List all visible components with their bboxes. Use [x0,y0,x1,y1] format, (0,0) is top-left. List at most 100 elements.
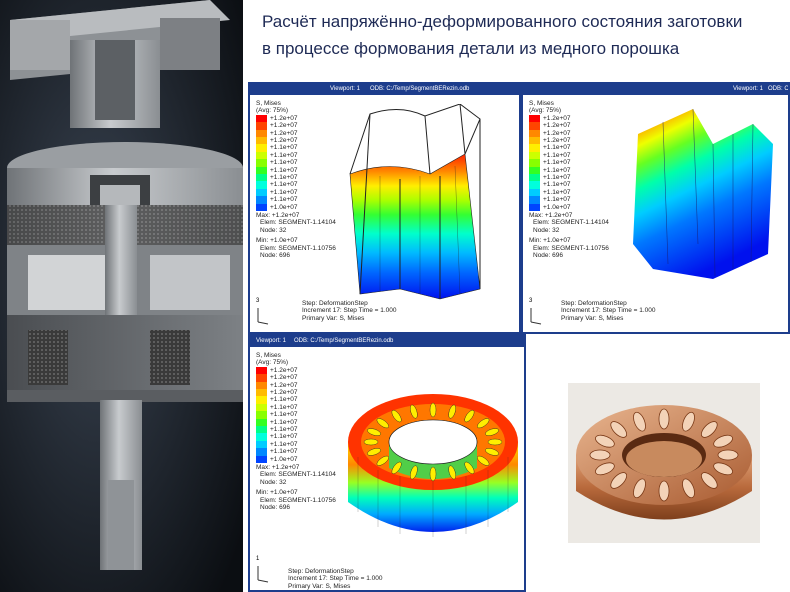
legend-swatch [256,388,267,397]
legend-value: +1.1e+07 [543,159,571,167]
step-increment: Increment 17: Step Time = 1.000 [288,575,383,583]
step-increment: Increment 17: Step Time = 1.000 [302,307,397,315]
legend-entry: +1.2e+07 [256,122,297,130]
legend-entry: +1.1e+07 [529,196,571,204]
step-info: Step: DeformationStep Increment 17: Step… [288,568,383,590]
legend-avg: (Avg: 75%) [529,107,562,115]
legend-value: +1.2e+07 [270,129,298,137]
legend-entry: +1.1e+07 [529,173,570,182]
triad-axes: 3 [527,298,547,326]
legend-entry: +1.1e+07 [256,181,297,189]
legend-swatch [256,196,267,204]
tooling-cutaway-render [0,0,243,592]
legend-entry: +1.1e+07 [256,166,297,174]
legend-title: S, Mises [256,352,281,359]
odb-path: ODB: C:/Temp/SegmentBERezin.odb [294,338,394,344]
segment-wireframe-model [349,104,481,300]
legend-value: +1.2e+07 [270,374,298,382]
legend-swatch [256,151,267,160]
legend-entry: +1.1e+07 [256,196,298,204]
viewport-header: Viewport: 1 ODB: C:/Temp/SegmentBERezin.… [250,336,524,347]
legend-value: +1.0e+07 [270,203,298,211]
axis-label: 3 [256,298,260,304]
legend-entry: +1.1e+07 [256,411,298,419]
legend-entry: +1.2e+07 [529,114,570,123]
slot [429,466,437,482]
legend-entry: +1.2e+07 [256,136,297,145]
legend-swatch [256,433,267,441]
legend-entry: +1.0e+07 [256,203,298,211]
legend-entry: +1.2e+07 [256,129,298,137]
viewport-number: Viewport: 1 [330,86,360,92]
legend-swatch [256,396,267,404]
legend-swatch [256,411,267,419]
legend-value: +1.2e+07 [543,136,571,144]
copper-ring-graphic [576,405,752,520]
legend-swatch [256,114,267,123]
slot [658,408,670,430]
slot [363,438,379,446]
primary-var: Primary Var: S, Mises [288,582,351,590]
legend-value: +1.2e+07 [270,114,298,122]
legend-swatch [529,151,540,160]
min-node: Node: 696 [260,252,290,260]
primary-var: Primary Var: S, Mises [302,314,365,322]
legend-swatch [529,181,540,189]
min-node: Node: 696 [533,252,563,260]
max-label: Max: +1.2e+07 [256,212,300,219]
legend-value: +1.1e+07 [270,173,298,181]
axis-label: 1 [256,556,260,562]
contour-legend: S, Mises (Avg: 75%) +1.2e+07 +1.2e+07 +1.2… [256,100,297,211]
legend-swatch [256,144,267,152]
legend-value: +1.1e+07 [543,144,571,152]
step-increment: Increment 17: Step Time = 1.000 [561,307,656,315]
odb-path: ODB: C:/Temp/SegmentBERezin.odb [768,86,789,92]
slot [429,402,437,418]
legend-swatch [256,425,267,434]
min-node: Node: 696 [260,504,290,512]
title-line-2: в процессе формования детали из медного … [262,39,680,58]
legend-swatch [256,418,267,426]
legend-title: S, Mises [256,100,281,107]
legend-swatch [256,381,267,389]
legend-swatch [529,114,540,123]
fea-viewport-2: Viewport: 1 ODB: C:/Temp/SegmentBERezin.… [521,82,790,334]
slot [487,438,503,446]
min-elem: Elem: SEGMENT-1.10756 [260,244,336,252]
legend-entry: +1.2e+07 [529,129,571,137]
legend-entry: +1.1e+07 [256,396,297,404]
max-node: Node: 32 [533,226,560,234]
legend-entry: +1.1e+07 [256,159,297,167]
legend-entry: +1.1e+07 [256,403,298,412]
max-label: Max: +1.2e+07 [529,212,573,219]
legend-swatch [256,122,267,130]
legend-swatch [529,196,540,204]
legend-value: +1.1e+07 [543,196,571,204]
max-elem: Elem: SEGMENT-1.14104 [260,471,336,479]
legend-value: +1.1e+07 [270,196,298,204]
legend-entry: +1.2e+07 [256,114,298,123]
legend-entry: +1.1e+07 [529,188,571,197]
slide-title: Расчёт напряжённо-деформированного состо… [262,8,782,62]
legend-value: +1.1e+07 [543,188,571,196]
min-elem: Elem: SEGMENT-1.10756 [533,244,609,252]
legend-entry: +1.2e+07 [256,381,297,389]
legend-entry: +1.1e+07 [256,448,297,456]
slot [717,449,739,461]
legend-value: +1.1e+07 [270,411,298,419]
legend-value: +1.1e+07 [270,144,298,152]
legend-swatch [256,159,267,167]
axis-label: 3 [529,298,533,304]
max-label: Max: +1.2e+07 [256,464,300,471]
contour-legend: S, Mises (Avg: 75%) +1.2e+07 +1.2e+07 +1.2… [529,100,570,211]
legend-value: +1.2e+07 [543,129,571,137]
legend-value: +1.1e+07 [270,403,298,411]
legend-swatch [256,188,267,197]
legend-value: +1.1e+07 [543,151,571,159]
contour-legend: S, Mises (Avg: 75%) +1.2e+07 +1.2e+07 +1.2… [256,352,297,463]
primary-var: Primary Var: S, Mises [561,314,624,322]
legend-swatch [256,136,267,145]
legend-swatch [256,448,267,456]
legend-value: +1.1e+07 [270,188,298,196]
legend-swatch [529,173,540,182]
